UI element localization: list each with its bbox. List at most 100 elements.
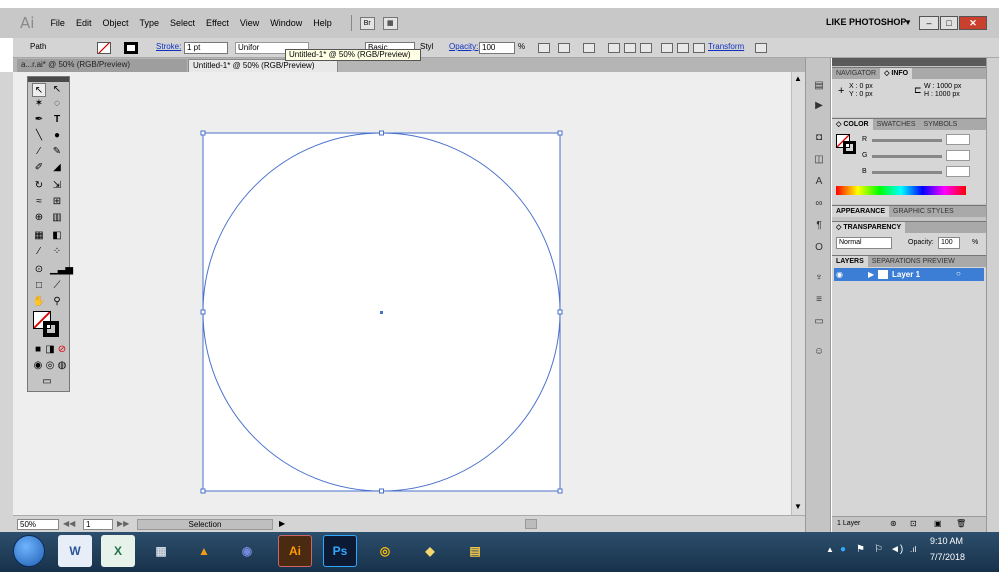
volume-icon[interactable]: ◄)	[890, 544, 903, 555]
transform-icon[interactable]: ◘	[813, 132, 825, 144]
info-tray-icon[interactable]: ●	[840, 544, 846, 555]
tab-transparency[interactable]: ◇ TRANSPARENCY	[832, 222, 906, 233]
menu-select[interactable]: Select	[170, 18, 195, 28]
menu-window[interactable]: Window	[270, 18, 302, 28]
eyedropper-tool-icon[interactable]: ⁄	[32, 245, 46, 259]
menu-edit[interactable]: Edit	[76, 18, 92, 28]
scroll-up-arrow-icon[interactable]: ▲	[794, 74, 802, 83]
paintbrush-tool-icon[interactable]: ∕	[32, 145, 46, 159]
dock-header[interactable]	[832, 58, 986, 66]
tab-info[interactable]: ◇ INFO	[880, 68, 913, 79]
layer-row[interactable]: ◉ ▶ Layer 1 ○	[834, 268, 984, 281]
magic-wand-tool-icon[interactable]: ✶	[32, 97, 46, 111]
navigator-icon[interactable]: ▤	[813, 80, 825, 92]
shape-builder-tool-icon[interactable]: ⊕	[32, 211, 46, 225]
align-center-icon[interactable]	[624, 43, 636, 53]
zoom-level-field[interactable]: 50%	[17, 519, 59, 530]
artboard-tool-icon[interactable]: □	[32, 279, 46, 293]
stroke-color-box[interactable]	[43, 321, 59, 337]
symbol-sprayer-tool-icon[interactable]: ⊙	[32, 263, 46, 277]
eye-icon[interactable]: ◉	[836, 270, 843, 279]
tab-navigator[interactable]: NAVIGATOR	[832, 68, 880, 79]
gradient-tool-icon[interactable]: ◧	[50, 229, 64, 243]
delete-layer-icon[interactable]: 🗑	[956, 519, 966, 528]
eraser-tool-icon[interactable]: ◢	[50, 161, 64, 175]
menu-view[interactable]: View	[240, 18, 259, 28]
scroll-down-arrow-icon[interactable]: ▼	[794, 502, 802, 511]
recolor-icon[interactable]	[538, 43, 550, 53]
rotate-tool-icon[interactable]: ↻	[32, 179, 46, 193]
excel-taskbar-icon[interactable]: X	[101, 535, 135, 567]
shield-tray-icon[interactable]: ⚑	[856, 544, 865, 555]
channel-r-field[interactable]	[946, 134, 970, 145]
perspective-grid-tool-icon[interactable]: ▦	[32, 229, 46, 243]
slice-tool-icon[interactable]: ⟋	[50, 279, 64, 293]
menu-object[interactable]: Object	[102, 18, 128, 28]
zoom-tool-icon[interactable]: ⚲	[50, 295, 64, 309]
blend-mode-dropdown[interactable]: Normal	[836, 237, 892, 249]
illustrator-taskbar-icon[interactable]: Ai	[278, 535, 312, 567]
stroke-icon[interactable]: ≡	[813, 294, 825, 306]
vlc-taskbar-icon[interactable]: ▲	[187, 535, 221, 567]
ellipse-tool-icon[interactable]: ●	[50, 129, 64, 143]
direct-selection-tool-icon[interactable]: ↖	[50, 83, 64, 97]
tab-graphic-styles[interactable]: GRAPHIC STYLES	[889, 206, 958, 217]
opacity-field[interactable]: 100	[479, 42, 515, 54]
actions-icon[interactable]: ▶	[813, 100, 825, 112]
chevron-down-icon[interactable]: ▼	[904, 18, 912, 27]
chrome-taskbar-icon[interactable]: ◎	[368, 535, 402, 567]
stroke-panel-link[interactable]: Stroke:	[156, 42, 181, 51]
blend-tool-icon[interactable]: ⁘	[50, 245, 64, 259]
align-to-icon[interactable]	[583, 43, 595, 53]
hand-tool-icon[interactable]: ✋	[32, 295, 46, 309]
fill-swatch[interactable]	[97, 42, 111, 54]
align-right-icon[interactable]	[640, 43, 652, 53]
draw-inside-icon[interactable]: ◍	[55, 359, 69, 373]
character-icon[interactable]: A	[813, 176, 825, 188]
clock-time[interactable]: 9:10 AM	[930, 536, 963, 546]
paragraph-icon[interactable]: ¶	[813, 220, 825, 232]
blob-brush-tool-icon[interactable]: ✐	[32, 161, 46, 175]
menu-help[interactable]: Help	[313, 18, 332, 28]
tab-symbols[interactable]: SYMBOLS	[920, 119, 962, 130]
arrange-documents-button[interactable]: ▦	[382, 16, 398, 30]
artboard-number-field[interactable]: 1	[83, 519, 113, 530]
channel-b-slider[interactable]	[872, 171, 942, 174]
sticky-notes-taskbar-icon[interactable]: ◆	[413, 535, 447, 567]
tab-layers[interactable]: LAYERS	[832, 256, 868, 267]
live-paint-tool-icon[interactable]: ▥	[50, 211, 64, 225]
align-icon[interactable]: ◫	[813, 154, 825, 166]
expand-arrow-icon[interactable]: ▶	[868, 270, 874, 279]
selection-tool-icon[interactable]: ↖	[32, 83, 46, 97]
start-button[interactable]	[13, 535, 45, 567]
lasso-tool-icon[interactable]: ◌	[50, 97, 64, 111]
channel-g-slider[interactable]	[872, 155, 942, 158]
horizontal-scroll-thumb[interactable]	[525, 519, 537, 529]
new-layer-icon[interactable]: ▣	[934, 519, 942, 528]
opacity-panel-link[interactable]: Opacity:	[449, 42, 478, 51]
symbols-icon[interactable]: ☺	[813, 346, 825, 358]
transform-panel-link[interactable]: Transform	[708, 42, 744, 51]
discord-taskbar-icon[interactable]: ◉	[230, 535, 264, 567]
tab-swatches[interactable]: SWATCHES	[873, 119, 920, 130]
tab-appearance[interactable]: APPEARANCE	[832, 206, 890, 217]
transparency-opacity-field[interactable]: 100	[938, 237, 960, 249]
type-tool-icon[interactable]: T	[50, 113, 64, 127]
none-mode-icon[interactable]: ⊘	[55, 343, 69, 357]
maximize-button[interactable]: □	[940, 16, 958, 30]
brushes-icon[interactable]: ♆	[813, 272, 825, 284]
layer-target-icon[interactable]: ○	[956, 269, 961, 278]
tab-document-1[interactable]: a...r.ai* @ 50% (RGB/Preview)	[17, 59, 187, 72]
tab-separations-preview[interactable]: SEPARATIONS PREVIEW	[868, 256, 959, 267]
canvas-vertical-scrollbar[interactable]: ▲ ▼	[791, 72, 805, 515]
clipping-mask-icon[interactable]: ⊡	[910, 519, 917, 528]
calculator-taskbar-icon[interactable]: ▦	[144, 535, 178, 567]
channel-g-field[interactable]	[946, 150, 970, 161]
locate-object-icon[interactable]: ⊛	[890, 519, 897, 528]
photoshop-taskbar-icon[interactable]: Ps	[323, 535, 357, 567]
file-explorer-taskbar-icon[interactable]: ▤	[458, 535, 492, 567]
action-center-icon[interactable]: ⚐	[874, 544, 883, 555]
minimize-button[interactable]: –	[919, 16, 939, 30]
gradient-icon[interactable]: ▭	[813, 316, 825, 328]
free-transform-tool-icon[interactable]: ⊞	[50, 195, 64, 209]
